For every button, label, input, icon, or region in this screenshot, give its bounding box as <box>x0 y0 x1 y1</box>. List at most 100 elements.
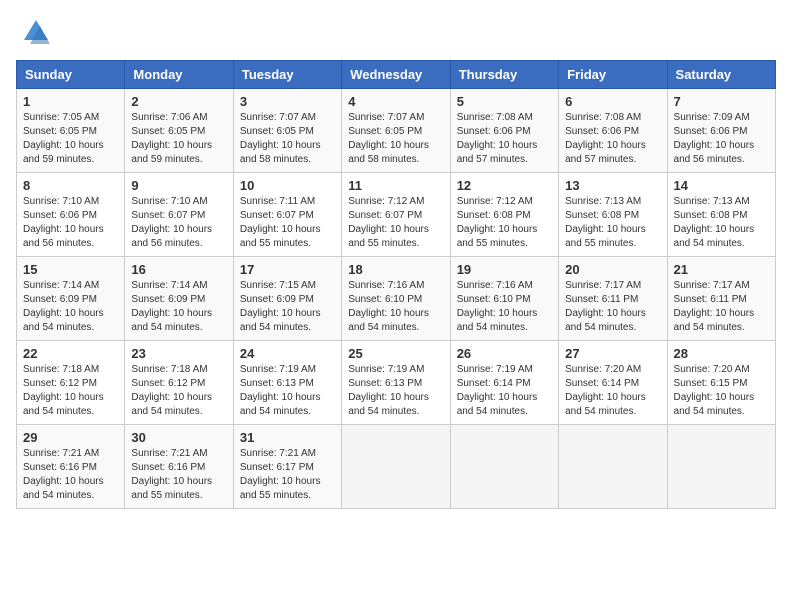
calendar-day-cell: 21Sunrise: 7:17 AM Sunset: 6:11 PM Dayli… <box>667 257 775 341</box>
calendar-day-header: Friday <box>559 61 667 89</box>
calendar-week-row: 15Sunrise: 7:14 AM Sunset: 6:09 PM Dayli… <box>17 257 776 341</box>
day-number: 19 <box>457 262 552 277</box>
day-info: Sunrise: 7:21 AM Sunset: 6:17 PM Dayligh… <box>240 447 335 503</box>
day-info: Sunrise: 7:12 AM Sunset: 6:08 PM Dayligh… <box>457 195 552 251</box>
day-number: 16 <box>131 262 226 277</box>
day-number: 25 <box>348 346 443 361</box>
day-info: Sunrise: 7:13 AM Sunset: 6:08 PM Dayligh… <box>565 195 660 251</box>
day-number: 14 <box>674 178 769 193</box>
calendar-day-cell: 1 Sunrise: 7:05 AM Sunset: 6:05 PM Daylig… <box>17 89 125 173</box>
calendar-day-cell: 13 Sunrise: 7:13 AM Sunset: 6:08 PM Dayli… <box>559 173 667 257</box>
calendar-table: SundayMondayTuesdayWednesdayThursdayFrid… <box>16 60 776 509</box>
calendar-day-cell: 19 Sunrise: 7:16 AM Sunset: 6:10 PM Dayli… <box>450 257 558 341</box>
calendar-week-row: 29 Sunrise: 7:21 AM Sunset: 6:16 PM Dayli… <box>17 425 776 509</box>
day-number: 6 <box>565 94 660 109</box>
calendar-day-cell: 10Sunrise: 7:11 AM Sunset: 6:07 PM Dayli… <box>233 173 341 257</box>
calendar-day-cell: 20 Sunrise: 7:17 AM Sunset: 6:11 PM Dayli… <box>559 257 667 341</box>
calendar-day-cell: 5 Sunrise: 7:08 AM Sunset: 6:06 PM Daylig… <box>450 89 558 173</box>
day-number: 10 <box>240 178 335 193</box>
calendar-day-cell: 9 Sunrise: 7:10 AM Sunset: 6:07 PM Daylig… <box>125 173 233 257</box>
calendar-day-cell: 3 Sunrise: 7:07 AM Sunset: 6:05 PM Daylig… <box>233 89 341 173</box>
day-info: Sunrise: 7:20 AM Sunset: 6:15 PM Dayligh… <box>674 363 769 419</box>
calendar-day-cell <box>667 425 775 509</box>
day-info: Sunrise: 7:05 AM Sunset: 6:05 PM Dayligh… <box>23 111 118 167</box>
day-info: Sunrise: 7:13 AM Sunset: 6:08 PM Dayligh… <box>674 195 769 251</box>
calendar-day-cell: 28 Sunrise: 7:20 AM Sunset: 6:15 PM Dayli… <box>667 341 775 425</box>
logo <box>16 16 52 48</box>
page-header <box>16 16 776 48</box>
day-number: 17 <box>240 262 335 277</box>
day-info: Sunrise: 7:19 AM Sunset: 6:13 PM Dayligh… <box>348 363 443 419</box>
calendar-day-cell <box>559 425 667 509</box>
calendar-week-row: 8 Sunrise: 7:10 AM Sunset: 6:06 PM Daylig… <box>17 173 776 257</box>
day-info: Sunrise: 7:10 AM Sunset: 6:07 PM Dayligh… <box>131 195 226 251</box>
day-info: Sunrise: 7:17 AM Sunset: 6:11 PM Dayligh… <box>565 279 660 335</box>
day-info: Sunrise: 7:09 AM Sunset: 6:06 PM Dayligh… <box>674 111 769 167</box>
calendar-day-cell: 23 Sunrise: 7:18 AM Sunset: 6:12 PM Dayli… <box>125 341 233 425</box>
day-number: 24 <box>240 346 335 361</box>
calendar-day-cell: 18 Sunrise: 7:16 AM Sunset: 6:10 PM Dayli… <box>342 257 450 341</box>
day-number: 28 <box>674 346 769 361</box>
day-number: 13 <box>565 178 660 193</box>
day-info: Sunrise: 7:17 AM Sunset: 6:11 PM Dayligh… <box>674 279 769 335</box>
day-number: 31 <box>240 430 335 445</box>
day-info: Sunrise: 7:12 AM Sunset: 6:07 PM Dayligh… <box>348 195 443 251</box>
calendar-day-header: Sunday <box>17 61 125 89</box>
day-info: Sunrise: 7:14 AM Sunset: 6:09 PM Dayligh… <box>23 279 118 335</box>
calendar-week-row: 1 Sunrise: 7:05 AM Sunset: 6:05 PM Daylig… <box>17 89 776 173</box>
calendar-day-cell: 27 Sunrise: 7:20 AM Sunset: 6:14 PM Dayli… <box>559 341 667 425</box>
calendar-day-header: Monday <box>125 61 233 89</box>
calendar-day-cell: 12Sunrise: 7:12 AM Sunset: 6:08 PM Dayli… <box>450 173 558 257</box>
calendar-day-cell: 2Sunrise: 7:06 AM Sunset: 6:05 PM Daylig… <box>125 89 233 173</box>
day-info: Sunrise: 7:18 AM Sunset: 6:12 PM Dayligh… <box>23 363 118 419</box>
day-number: 1 <box>23 94 118 109</box>
calendar-day-header: Thursday <box>450 61 558 89</box>
day-info: Sunrise: 7:15 AM Sunset: 6:09 PM Dayligh… <box>240 279 335 335</box>
day-info: Sunrise: 7:20 AM Sunset: 6:14 PM Dayligh… <box>565 363 660 419</box>
day-info: Sunrise: 7:21 AM Sunset: 6:16 PM Dayligh… <box>23 447 118 503</box>
calendar-header-row: SundayMondayTuesdayWednesdayThursdayFrid… <box>17 61 776 89</box>
day-number: 3 <box>240 94 335 109</box>
day-number: 22 <box>23 346 118 361</box>
day-number: 30 <box>131 430 226 445</box>
calendar-day-cell: 15Sunrise: 7:14 AM Sunset: 6:09 PM Dayli… <box>17 257 125 341</box>
day-number: 7 <box>674 94 769 109</box>
calendar-day-cell <box>342 425 450 509</box>
day-number: 29 <box>23 430 118 445</box>
day-number: 9 <box>131 178 226 193</box>
day-info: Sunrise: 7:07 AM Sunset: 6:05 PM Dayligh… <box>240 111 335 167</box>
day-number: 20 <box>565 262 660 277</box>
calendar-day-cell: 22 Sunrise: 7:18 AM Sunset: 6:12 PM Dayli… <box>17 341 125 425</box>
day-info: Sunrise: 7:08 AM Sunset: 6:06 PM Dayligh… <box>457 111 552 167</box>
day-number: 8 <box>23 178 118 193</box>
day-number: 18 <box>348 262 443 277</box>
calendar-day-header: Wednesday <box>342 61 450 89</box>
day-info: Sunrise: 7:19 AM Sunset: 6:13 PM Dayligh… <box>240 363 335 419</box>
calendar-day-cell: 16 Sunrise: 7:14 AM Sunset: 6:09 PM Dayli… <box>125 257 233 341</box>
calendar-week-row: 22 Sunrise: 7:18 AM Sunset: 6:12 PM Dayli… <box>17 341 776 425</box>
calendar-day-cell: 29 Sunrise: 7:21 AM Sunset: 6:16 PM Dayli… <box>17 425 125 509</box>
day-number: 5 <box>457 94 552 109</box>
day-info: Sunrise: 7:18 AM Sunset: 6:12 PM Dayligh… <box>131 363 226 419</box>
calendar-day-header: Saturday <box>667 61 775 89</box>
day-info: Sunrise: 7:08 AM Sunset: 6:06 PM Dayligh… <box>565 111 660 167</box>
calendar-day-cell: 14 Sunrise: 7:13 AM Sunset: 6:08 PM Dayli… <box>667 173 775 257</box>
calendar-day-cell <box>450 425 558 509</box>
day-info: Sunrise: 7:14 AM Sunset: 6:09 PM Dayligh… <box>131 279 226 335</box>
day-info: Sunrise: 7:06 AM Sunset: 6:05 PM Dayligh… <box>131 111 226 167</box>
calendar-day-header: Tuesday <box>233 61 341 89</box>
day-number: 23 <box>131 346 226 361</box>
day-number: 27 <box>565 346 660 361</box>
day-info: Sunrise: 7:19 AM Sunset: 6:14 PM Dayligh… <box>457 363 552 419</box>
day-number: 26 <box>457 346 552 361</box>
calendar-day-cell: 17 Sunrise: 7:15 AM Sunset: 6:09 PM Dayli… <box>233 257 341 341</box>
calendar-day-cell: 25 Sunrise: 7:19 AM Sunset: 6:13 PM Dayli… <box>342 341 450 425</box>
calendar-day-cell: 4Sunrise: 7:07 AM Sunset: 6:05 PM Daylig… <box>342 89 450 173</box>
day-info: Sunrise: 7:16 AM Sunset: 6:10 PM Dayligh… <box>348 279 443 335</box>
day-info: Sunrise: 7:10 AM Sunset: 6:06 PM Dayligh… <box>23 195 118 251</box>
calendar-day-cell: 31 Sunrise: 7:21 AM Sunset: 6:17 PM Dayli… <box>233 425 341 509</box>
day-number: 4 <box>348 94 443 109</box>
day-number: 11 <box>348 178 443 193</box>
day-info: Sunrise: 7:21 AM Sunset: 6:16 PM Dayligh… <box>131 447 226 503</box>
day-info: Sunrise: 7:16 AM Sunset: 6:10 PM Dayligh… <box>457 279 552 335</box>
